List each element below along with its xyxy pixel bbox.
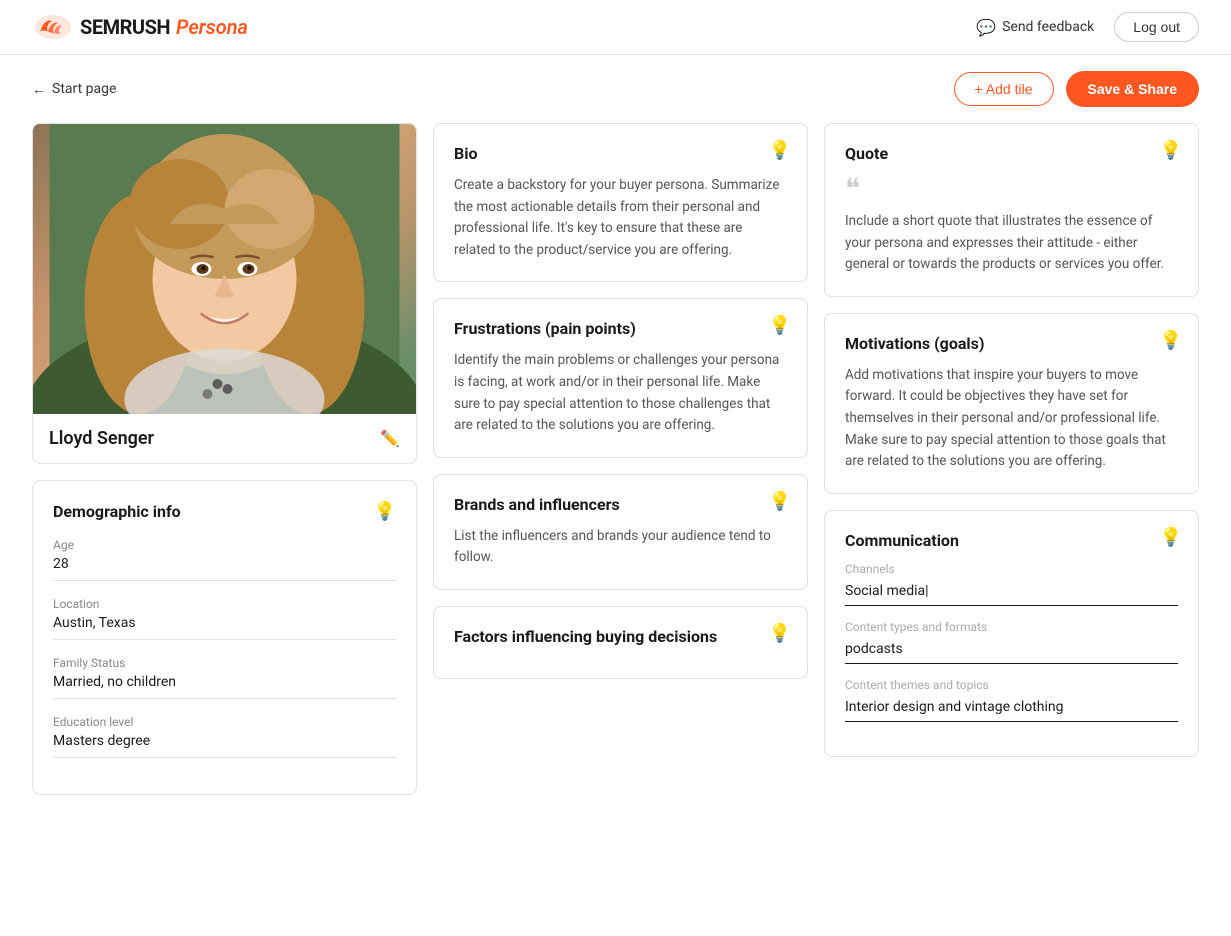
profile-photo — [33, 124, 416, 414]
edit-icon[interactable]: ✏️ — [380, 429, 400, 448]
frustrations-card: 💡 Frustrations (pain points) Identify th… — [433, 298, 808, 457]
communication-title: Communication — [845, 531, 1178, 550]
factors-title: Factors influencing buying decisions — [454, 627, 787, 646]
semrush-logo-icon — [32, 13, 74, 41]
motivations-card: 💡 Motivations (goals) Add motivations th… — [824, 313, 1199, 494]
right-column: 💡 Quote ❝ Include a short quote that ill… — [824, 123, 1199, 757]
send-feedback-label: Send feedback — [1002, 19, 1094, 35]
content-themes-section: Content themes and topics Interior desig… — [845, 678, 1178, 722]
location-label: Location — [53, 597, 396, 611]
communication-hint-icon[interactable]: 💡 — [1160, 527, 1182, 548]
frustrations-title: Frustrations (pain points) — [454, 319, 787, 338]
frustrations-text: Identify the main problems or challenges… — [454, 350, 787, 436]
profile-image — [33, 124, 416, 414]
profile-name-row: Lloyd Senger ✏️ — [33, 414, 416, 463]
content-types-value: podcasts — [845, 641, 1178, 664]
left-column: Lloyd Senger ✏️ Demographic info 💡 Age 2… — [32, 123, 417, 795]
save-share-button[interactable]: Save & Share — [1066, 71, 1200, 107]
age-value: 28 — [53, 556, 396, 581]
quote-title: Quote — [845, 144, 1178, 163]
content-types-label: Content types and formats — [845, 620, 1178, 634]
quote-text: Include a short quote that illustrates t… — [845, 211, 1178, 276]
motivations-title: Motivations (goals) — [845, 334, 1178, 353]
start-page-link[interactable]: ← Start page — [32, 81, 116, 98]
profile-name: Lloyd Senger — [49, 428, 154, 449]
start-page-label: Start page — [52, 81, 116, 97]
toolbar-actions: + Add tile Save & Share — [954, 71, 1200, 107]
brands-text: List the influencers and brands your aud… — [454, 526, 787, 569]
channels-label: Channels — [845, 562, 1178, 576]
bio-hint-icon[interactable]: 💡 — [769, 140, 791, 161]
education-value: Masters degree — [53, 733, 396, 758]
factors-card: 💡 Factors influencing buying decisions — [433, 606, 808, 679]
content-themes-value: Interior design and vintage clothing — [845, 699, 1178, 722]
bio-card: 💡 Bio Create a backstory for your buyer … — [433, 123, 808, 282]
content-themes-label: Content themes and topics — [845, 678, 1178, 692]
content-types-section: Content types and formats podcasts — [845, 620, 1178, 664]
quote-icon: ❝ — [845, 175, 860, 203]
channels-section: Channels Social media| — [845, 562, 1178, 606]
demographic-education-field: Education level Masters degree — [53, 715, 396, 758]
family-label: Family Status — [53, 656, 396, 670]
logo-semrush-text: SEMRUSH — [80, 15, 170, 39]
feedback-icon: 💬 — [976, 18, 996, 37]
main-content: Lloyd Senger ✏️ Demographic info 💡 Age 2… — [0, 123, 1231, 827]
bio-title: Bio — [454, 144, 787, 163]
education-label: Education level — [53, 715, 396, 729]
demographic-location-field: Location Austin, Texas — [53, 597, 396, 640]
demographic-hint-icon[interactable]: 💡 — [374, 501, 396, 522]
demographic-title: Demographic info — [53, 502, 181, 521]
bio-text: Create a backstory for your buyer person… — [454, 175, 787, 261]
motivations-text: Add motivations that inspire your buyers… — [845, 365, 1178, 473]
toolbar: ← Start page + Add tile Save & Share — [0, 55, 1231, 123]
age-label: Age — [53, 538, 396, 552]
family-value: Married, no children — [53, 674, 396, 699]
mid-column: 💡 Bio Create a backstory for your buyer … — [433, 123, 808, 679]
demographic-age-field: Age 28 — [53, 538, 396, 581]
header: SEMRUSH Persona 💬 Send feedback Log out — [0, 0, 1231, 55]
logout-button[interactable]: Log out — [1114, 12, 1199, 42]
communication-card: 💡 Communication Channels Social media| C… — [824, 510, 1199, 757]
brands-card: 💡 Brands and influencers List the influe… — [433, 474, 808, 590]
quote-hint-icon[interactable]: 💡 — [1160, 140, 1182, 161]
quote-card: 💡 Quote ❝ Include a short quote that ill… — [824, 123, 1199, 297]
send-feedback-link[interactable]: 💬 Send feedback — [976, 18, 1094, 37]
logo-area: SEMRUSH Persona — [32, 13, 248, 41]
arrow-left-icon: ← — [32, 81, 46, 98]
logo-persona-text: Persona — [176, 15, 248, 39]
demographic-title-row: Demographic info 💡 — [53, 501, 396, 522]
location-value: Austin, Texas — [53, 615, 396, 640]
profile-card: Lloyd Senger ✏️ — [32, 123, 417, 464]
demographic-family-field: Family Status Married, no children — [53, 656, 396, 699]
demographic-card: Demographic info 💡 Age 28 Location Austi… — [32, 480, 417, 795]
add-tile-button[interactable]: + Add tile — [954, 72, 1054, 106]
frustrations-hint-icon[interactable]: 💡 — [769, 315, 791, 336]
brands-title: Brands and influencers — [454, 495, 787, 514]
header-right: 💬 Send feedback Log out — [976, 12, 1199, 42]
motivations-hint-icon[interactable]: 💡 — [1160, 330, 1182, 351]
factors-hint-icon[interactable]: 💡 — [769, 623, 791, 644]
channels-value: Social media| — [845, 583, 1178, 606]
brands-hint-icon[interactable]: 💡 — [769, 491, 791, 512]
